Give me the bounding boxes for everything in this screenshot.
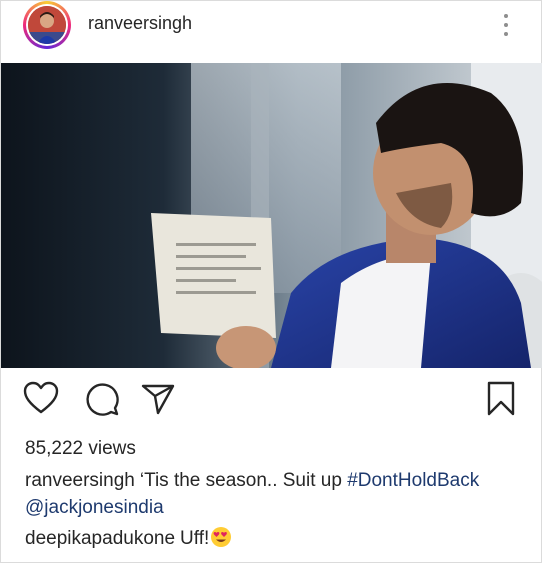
header-username[interactable]: ranveersingh: [88, 13, 192, 34]
comment-username[interactable]: deepikapadukone: [25, 528, 175, 549]
view-count[interactable]: 85,222 views: [25, 438, 136, 460]
post-card: ranveersingh 85,222 views ranveersingh ‘…: [0, 0, 542, 563]
caption-mention[interactable]: @jackjonesindia: [25, 497, 164, 518]
comment-item: deepikapadukone Uff!: [25, 527, 232, 550]
bookmark-icon[interactable]: [486, 381, 516, 417]
caption: ranveersingh ‘Tis the season.. Suit up #D…: [25, 467, 530, 521]
avatar-story-ring[interactable]: [23, 1, 71, 49]
caption-text: ‘Tis the season.. Suit up: [139, 470, 348, 491]
heart-icon[interactable]: [23, 381, 59, 415]
caption-username[interactable]: ranveersingh: [25, 470, 135, 491]
comment-text: Uff!: [180, 528, 210, 549]
heart-eyes-emoji-icon: [211, 527, 232, 547]
caption-hashtag[interactable]: #DontHoldBack: [347, 470, 479, 491]
vertical-dots-icon[interactable]: [498, 11, 514, 39]
avatar: [28, 6, 66, 44]
action-bar: [1, 381, 541, 421]
post-video[interactable]: [1, 63, 542, 368]
comment-bubble-icon[interactable]: [84, 381, 120, 417]
post-header: ranveersingh: [1, 1, 541, 61]
paper-plane-icon[interactable]: [141, 381, 175, 415]
